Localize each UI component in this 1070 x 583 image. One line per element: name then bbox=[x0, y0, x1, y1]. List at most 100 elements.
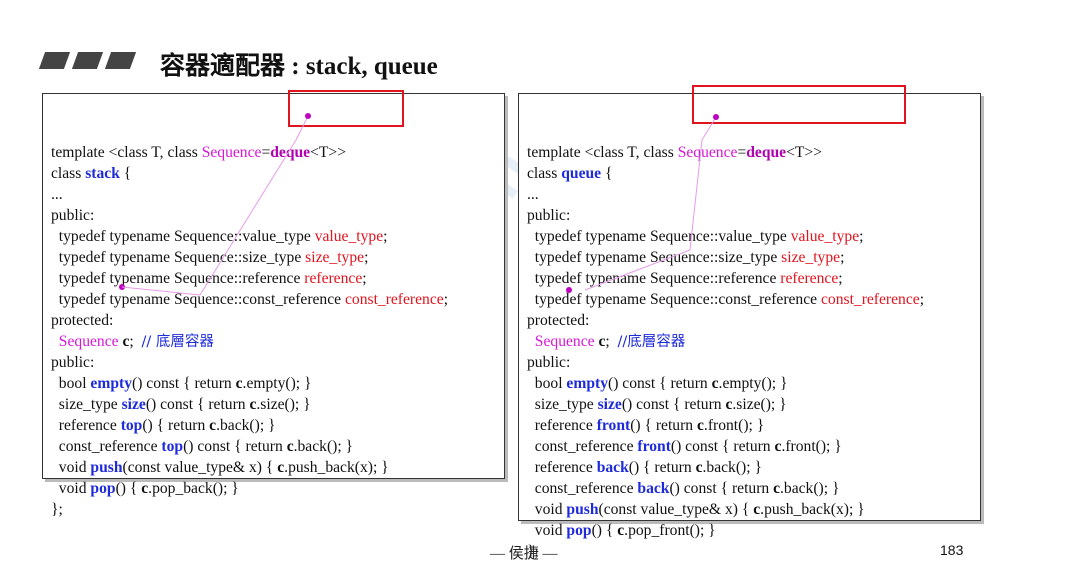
stack-code-token: .back(); } bbox=[293, 438, 354, 455]
queue-code-token: public: bbox=[527, 354, 571, 371]
queue-code-line: const_reference back() const { return c.… bbox=[527, 478, 980, 499]
queue-code-token: () const { return bbox=[669, 480, 774, 497]
queue-code-token: template <class T, class bbox=[527, 144, 678, 161]
queue-code-token: .empty(); } bbox=[718, 375, 788, 392]
stack-code-token: c bbox=[286, 438, 294, 455]
stack-code-token: .push_back(x); } bbox=[284, 459, 389, 476]
queue-code-line: void pop() { c.pop_front(); } bbox=[527, 520, 980, 541]
queue-code-line: public: bbox=[527, 352, 980, 373]
stack-code-token: ... bbox=[51, 186, 63, 203]
stack-code-token: value_type bbox=[314, 228, 384, 245]
queue-code-token: deque bbox=[746, 144, 787, 161]
queue-code-line: typedef typename Sequence::size_type siz… bbox=[527, 247, 980, 268]
queue-code-token: Sequence bbox=[677, 144, 738, 161]
stack-code-token: top bbox=[161, 438, 184, 455]
stack-code-token: Sequence bbox=[58, 333, 119, 350]
queue-code-token: <T>> bbox=[786, 144, 823, 161]
queue-code-token: ; bbox=[859, 228, 864, 245]
queue-code-token: const_reference bbox=[527, 438, 638, 455]
queue-code-token: (const value_type& x) { bbox=[598, 501, 754, 518]
stack-code-line: class stack { bbox=[51, 163, 504, 184]
stack-code-token: .back(); } bbox=[216, 417, 276, 434]
title-decoration-bars bbox=[38, 52, 137, 69]
queue-code-line: }; bbox=[527, 541, 980, 562]
queue-code-token: = bbox=[737, 144, 747, 161]
queue-code-token: typedef typename Sequence::value_type bbox=[527, 228, 791, 245]
stack-code-line: template <class T, class Sequence=deque<… bbox=[51, 142, 504, 163]
stack-code-token: reference bbox=[304, 270, 363, 287]
stack-code-token: stack bbox=[85, 165, 120, 182]
stack-code-line: reference top() { return c.back(); } bbox=[51, 415, 504, 436]
queue-code-token: push bbox=[566, 501, 599, 518]
queue-code-line: void push(const value_type& x) { c.push_… bbox=[527, 499, 980, 520]
queue-code-token: reference bbox=[780, 270, 839, 287]
stack-code-line: size_type size() const { return c.size()… bbox=[51, 394, 504, 415]
stack-code-token bbox=[51, 333, 59, 350]
stack-code-token: typedef typename Sequence::reference bbox=[51, 270, 305, 287]
queue-code-line: reference front() { return c.front(); } bbox=[527, 415, 980, 436]
queue-code-token: front bbox=[596, 417, 631, 434]
stack-code-token: typedef typename Sequence::const_referen… bbox=[51, 291, 345, 308]
stack-code-token: bool bbox=[51, 375, 91, 392]
queue-code-token: ; bbox=[840, 249, 845, 266]
queue-code-token: size_type bbox=[527, 396, 598, 413]
stack-code-token: <T>> bbox=[310, 144, 347, 161]
stack-code-token: protected: bbox=[51, 312, 114, 329]
queue-code-token: reference bbox=[527, 459, 597, 476]
stack-code-token: () const { return bbox=[145, 396, 250, 413]
stack-code-token: .empty(); } bbox=[242, 375, 312, 392]
queue-code-token: value_type bbox=[790, 228, 860, 245]
queue-code-token bbox=[527, 333, 535, 350]
stack-code-token: reference bbox=[51, 417, 121, 434]
queue-code-token: .back(); } bbox=[780, 480, 840, 497]
queue-code-token: .size(); } bbox=[732, 396, 787, 413]
stack-code-line: public: bbox=[51, 205, 504, 226]
stack-code-token: typedef typename Sequence::size_type bbox=[51, 249, 306, 266]
slide-title: 容器適配器 : stack, queue bbox=[160, 53, 438, 80]
stack-code-token: { bbox=[119, 165, 132, 182]
stack-code-token: class bbox=[51, 165, 86, 182]
queue-code-token: .push_back(x); } bbox=[760, 501, 865, 518]
title-bar-3 bbox=[104, 52, 137, 69]
queue-code-token: c bbox=[697, 417, 704, 434]
stack-code-token: deque bbox=[270, 144, 311, 161]
stack-code-token: () const { return bbox=[183, 438, 287, 455]
stack-code-token: const_reference bbox=[344, 291, 444, 308]
stack-code-token: () { bbox=[115, 480, 142, 497]
stack-code-token: const_reference bbox=[51, 438, 162, 455]
stack-code-line: void push(const value_type& x) { c.push_… bbox=[51, 457, 504, 478]
stack-code-token: template <class T, class bbox=[51, 144, 202, 161]
stack-code-box: template <class T, class Sequence=deque<… bbox=[42, 93, 505, 518]
stack-code-line: protected: bbox=[51, 310, 504, 331]
queue-code-token: typedef typename Sequence::reference bbox=[527, 270, 781, 287]
stack-code-token: ; bbox=[383, 228, 388, 245]
queue-code-token: c bbox=[773, 480, 781, 497]
queue-code-line: protected: bbox=[527, 310, 980, 331]
stack-code-token: (const value_type& x) { bbox=[122, 459, 278, 476]
page-number: 183 bbox=[940, 542, 964, 558]
stack-code-token: public: bbox=[51, 207, 95, 224]
queue-code-line: class queue { bbox=[527, 163, 980, 184]
stack-code-token: }; bbox=[51, 501, 63, 518]
queue-code-box: template <class T, class Sequence=deque<… bbox=[518, 93, 981, 560]
stack-code-token: public: bbox=[51, 354, 95, 371]
queue-code-token: c bbox=[711, 375, 719, 392]
stack-code-line: typedef typename Sequence::reference ref… bbox=[51, 268, 504, 289]
queue-code-token: typedef typename Sequence::const_referen… bbox=[527, 291, 821, 308]
queue-code-token: bool bbox=[527, 375, 567, 392]
queue-code-token: const_reference bbox=[820, 291, 920, 308]
stack-code-token: void bbox=[51, 459, 91, 476]
queue-code-line: typedef typename Sequence::const_referen… bbox=[527, 289, 980, 310]
stack-code-token: ; bbox=[443, 291, 449, 308]
stack-code-lines: template <class T, class Sequence=deque<… bbox=[51, 142, 504, 520]
queue-code-token: .back(); } bbox=[702, 459, 762, 476]
stack-code-token: size_type bbox=[305, 249, 365, 266]
queue-code-token: void bbox=[527, 501, 567, 518]
stack-code-line: typedef typename Sequence::value_type va… bbox=[51, 226, 504, 247]
stack-code-token: c bbox=[235, 375, 243, 392]
queue-code-token: { bbox=[601, 165, 613, 182]
queue-code-token: () const { return bbox=[670, 438, 775, 455]
queue-code-token: () { return bbox=[630, 417, 697, 434]
queue-code-token: back bbox=[637, 480, 670, 497]
stack-code-line: const_reference top() const { return c.b… bbox=[51, 436, 504, 457]
